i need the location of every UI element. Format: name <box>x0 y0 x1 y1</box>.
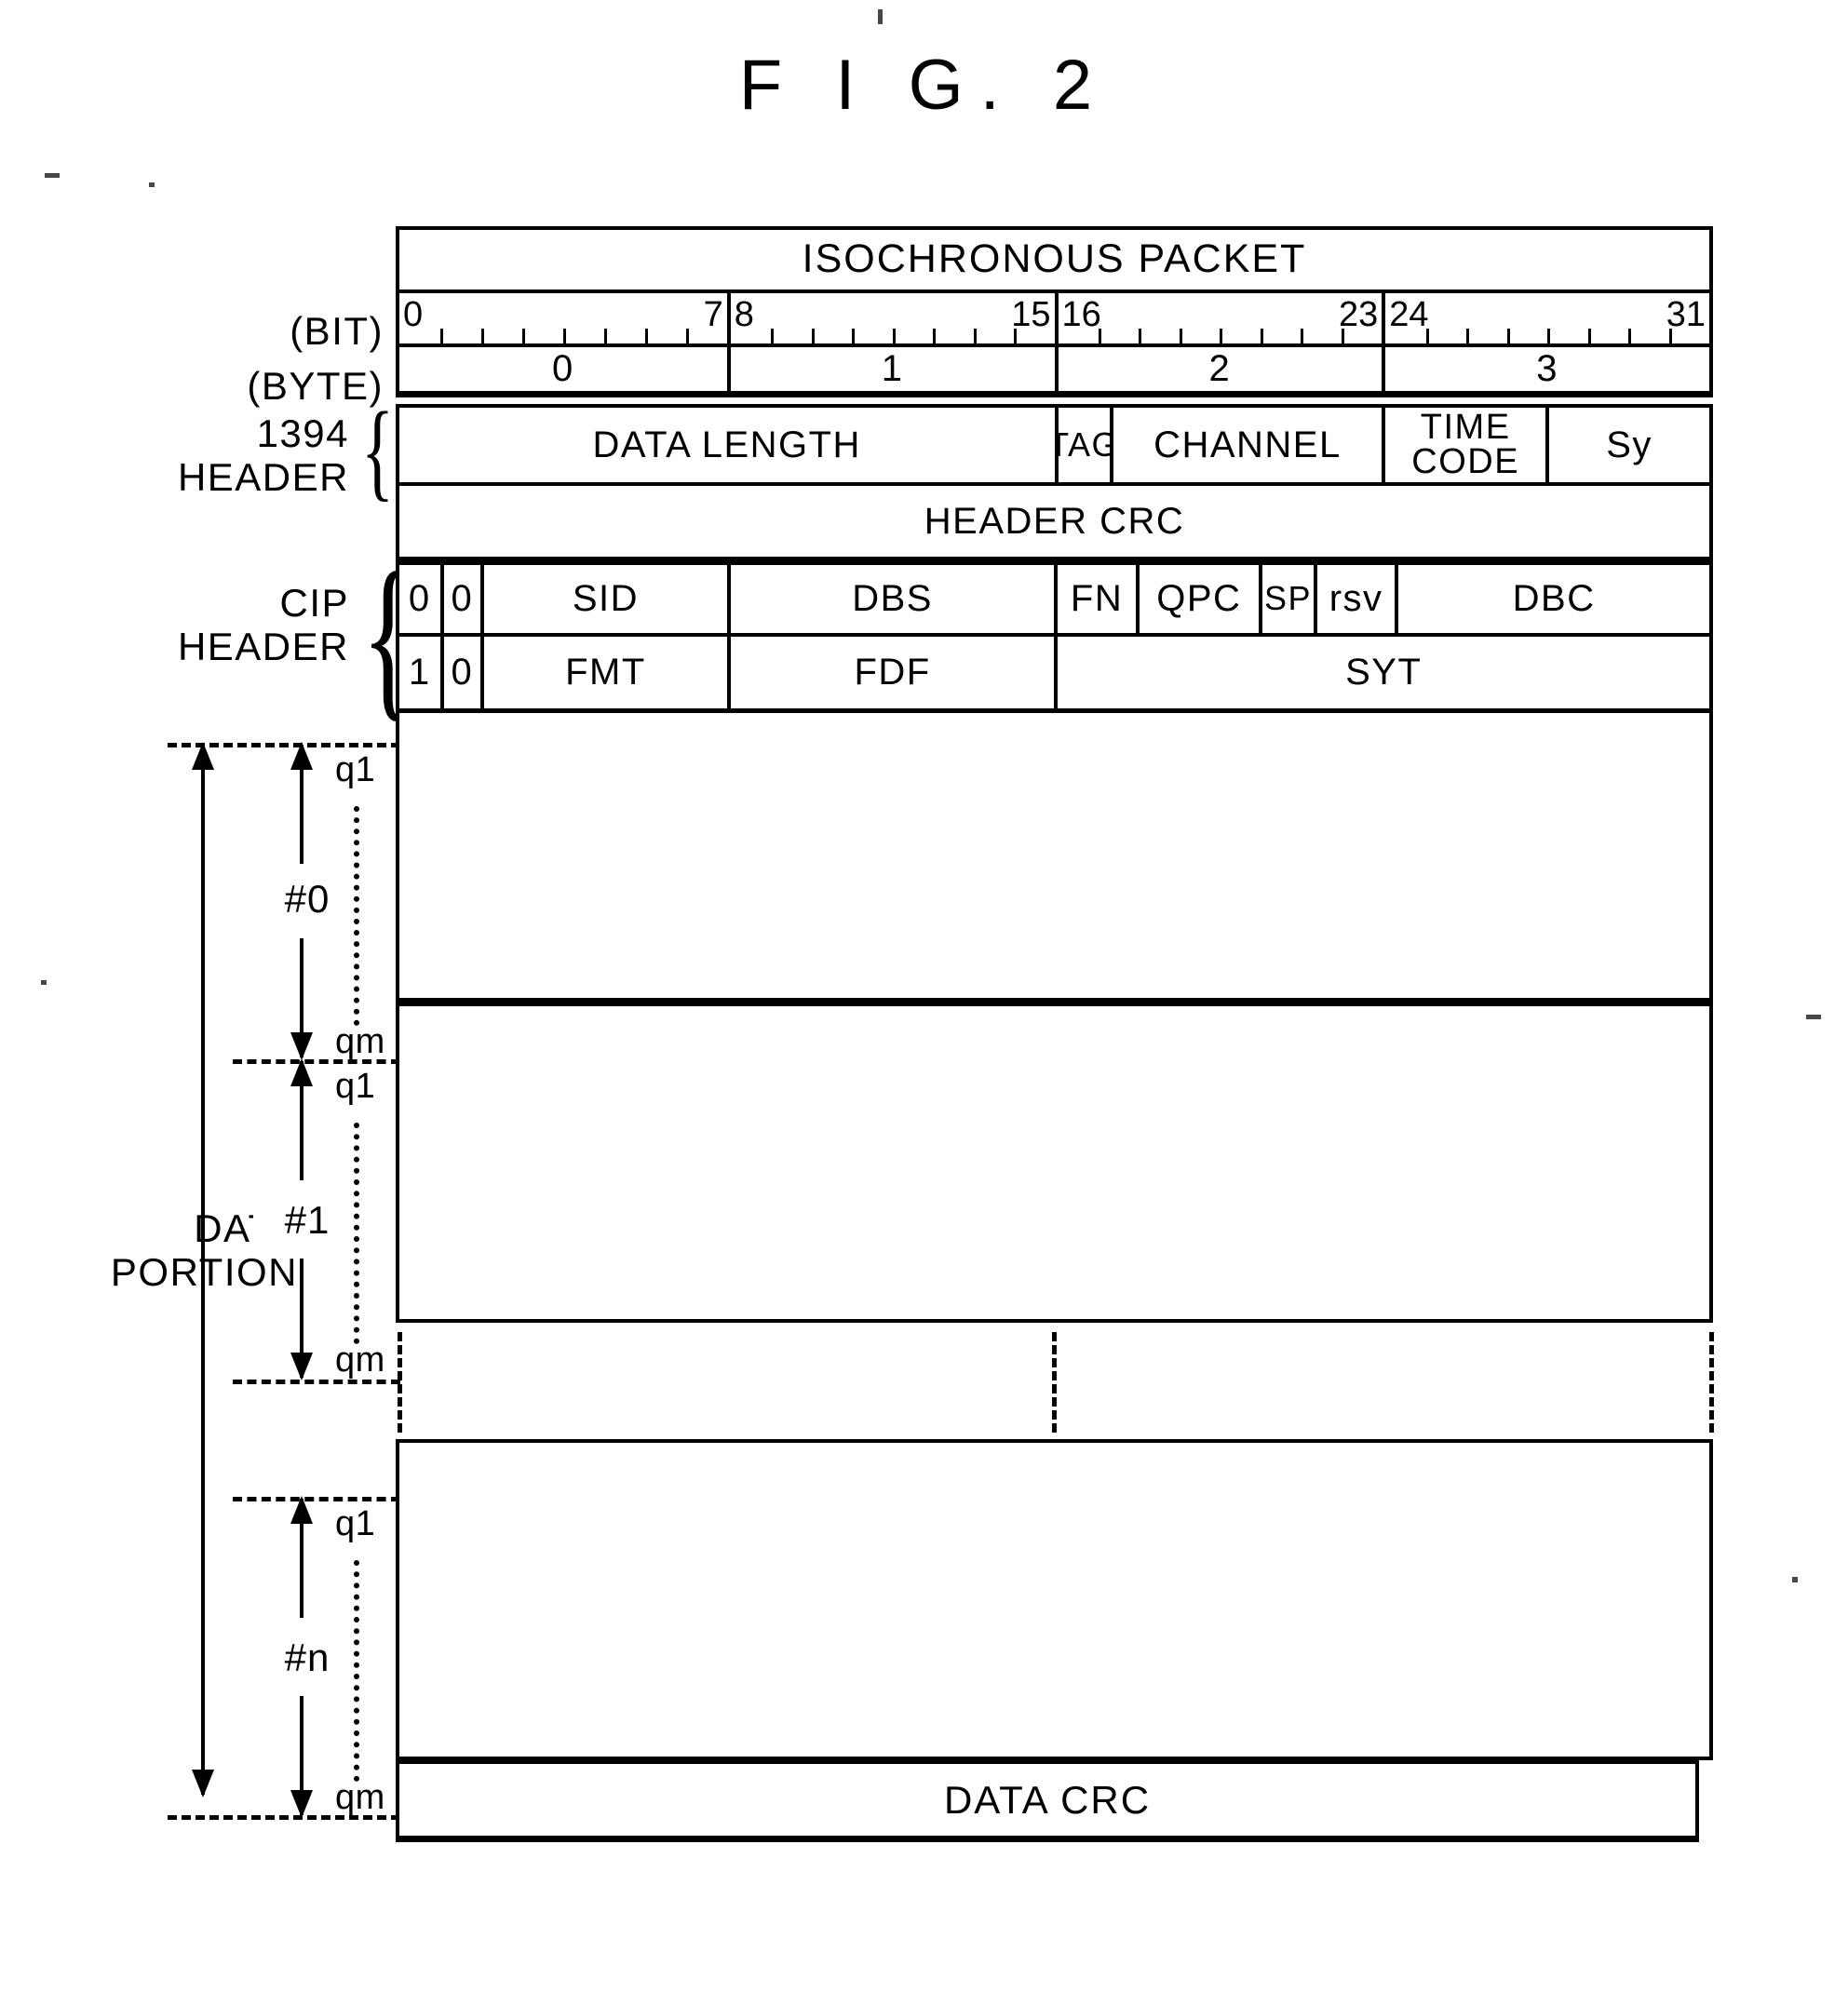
block-1-q-first: q1 <box>335 1067 376 1106</box>
field-header-crc: HEADER CRC <box>924 500 1185 542</box>
bit-ticks <box>399 327 727 343</box>
data-crc-row: DATA CRC <box>396 1760 1699 1842</box>
field-data-crc: DATA CRC <box>943 1777 1152 1822</box>
cip-header-row-1: 0 0 SID DBS FN QPC SP rsv DBC <box>396 560 1713 637</box>
cip-header-label-line2: HEADER <box>177 625 349 668</box>
field-dbs: DBS <box>726 565 1055 633</box>
block-1-q-connector <box>354 1123 359 1344</box>
field-fdf: FDF <box>726 637 1055 708</box>
header-crc-row: HEADER CRC <box>396 486 1713 560</box>
block-n-name: #n <box>253 1634 361 1682</box>
scan-speck <box>41 980 47 985</box>
scan-speck <box>1806 1015 1821 1019</box>
field-time-code: TIME CODE <box>1382 408 1545 482</box>
field-fn: FN <box>1054 565 1135 633</box>
scan-speck <box>45 173 60 178</box>
field-tag: TAG <box>1054 408 1110 482</box>
header-1394-label-line2: HEADER <box>177 455 349 499</box>
field-sid: SID <box>480 565 727 633</box>
header-1394-brace: { <box>361 389 395 512</box>
isochronous-packet-diagram: ISOCHRONOUS PACKET 0 7 8 15 16 23 24 31 … <box>396 226 1714 1920</box>
field-data-length: DATA LENGTH <box>592 424 861 465</box>
data-portion-span-arrow <box>201 745 205 1795</box>
field-time-code-line1: TIME <box>1420 408 1511 447</box>
bit-ticks <box>1385 327 1709 343</box>
bit-ticks <box>1059 327 1383 343</box>
block-1-q-last: qm <box>335 1340 385 1380</box>
block-0-q-last: qm <box>335 1022 385 1061</box>
field-cip-bit1-a: 1 <box>408 652 431 693</box>
field-channel: CHANNEL <box>1109 408 1383 482</box>
block-ellipsis-right <box>1709 1332 1714 1433</box>
packet-title: ISOCHRONOUS PACKET <box>802 236 1307 282</box>
scan-speck <box>149 182 155 187</box>
block-1-name: #1 <box>253 1196 361 1245</box>
block-n-q-last: qm <box>335 1778 385 1817</box>
field-qpc: QPC <box>1135 565 1259 633</box>
bit-ticks <box>731 327 1055 343</box>
byte-label-1: 1 <box>726 347 1055 391</box>
cip-header-row-2: 1 0 FMT FDF SYT <box>396 637 1713 713</box>
figure-title: F I G. 2 <box>738 46 1110 125</box>
data-block-0 <box>396 713 1713 1002</box>
header-1394-fields-row: DATA LENGTH TAG CHANNEL TIME CODE Sy <box>396 404 1713 486</box>
field-cip-bit0-a: 0 <box>408 578 431 620</box>
header-1394-label-line1: 1394 <box>256 411 349 455</box>
field-sy: Sy <box>1545 408 1709 482</box>
block-boundary-dash <box>233 1497 400 1501</box>
block-boundary-dash <box>168 743 400 747</box>
packet-title-row: ISOCHRONOUS PACKET <box>396 226 1713 293</box>
data-block-n <box>396 1439 1713 1760</box>
bit-range-1: 8 15 <box>726 293 1055 343</box>
cip-header-brace: { <box>361 534 416 737</box>
block-n-q-first: q1 <box>335 1504 376 1543</box>
cip-header-label-line1: CIP <box>279 581 349 625</box>
block-ellipsis-left <box>398 1332 402 1433</box>
block-0-q-connector <box>354 806 359 1026</box>
bit-ruler-row: 0 7 8 15 16 23 24 31 <box>396 293 1713 347</box>
block-0-name: #0 <box>253 875 361 923</box>
bit-range-0: 0 7 <box>399 293 727 343</box>
scan-speck <box>878 9 883 24</box>
field-time-code-line2: CODE <box>1411 442 1520 481</box>
bit-range-3: 24 31 <box>1382 293 1709 343</box>
field-cip-bit1-b: 0 <box>439 637 481 708</box>
block-n-q-connector <box>354 1560 359 1782</box>
byte-label-2: 2 <box>1054 347 1383 391</box>
block-0-q-first: q1 <box>335 750 376 789</box>
scan-speck <box>1792 1577 1798 1582</box>
field-sp: SP <box>1258 565 1314 633</box>
bit-range-2: 16 23 <box>1054 293 1383 343</box>
data-block-1 <box>396 1002 1713 1323</box>
field-dbc: DBC <box>1395 565 1709 633</box>
data-portion-label-line2: PORTION <box>79 1251 298 1294</box>
field-rsv: rsv <box>1314 565 1395 633</box>
field-cip-bit0-b: 0 <box>439 565 481 633</box>
byte-label-3: 3 <box>1382 347 1709 391</box>
byte-ruler-label: (BYTE) <box>247 364 384 408</box>
block-ellipsis-center <box>1052 1332 1057 1433</box>
byte-ruler-row: 0 1 2 3 <box>396 347 1713 397</box>
field-syt: SYT <box>1054 637 1709 708</box>
byte-label-0: 0 <box>552 348 574 390</box>
bit-ruler-label: (BIT) <box>290 309 384 353</box>
field-fmt: FMT <box>480 637 727 708</box>
